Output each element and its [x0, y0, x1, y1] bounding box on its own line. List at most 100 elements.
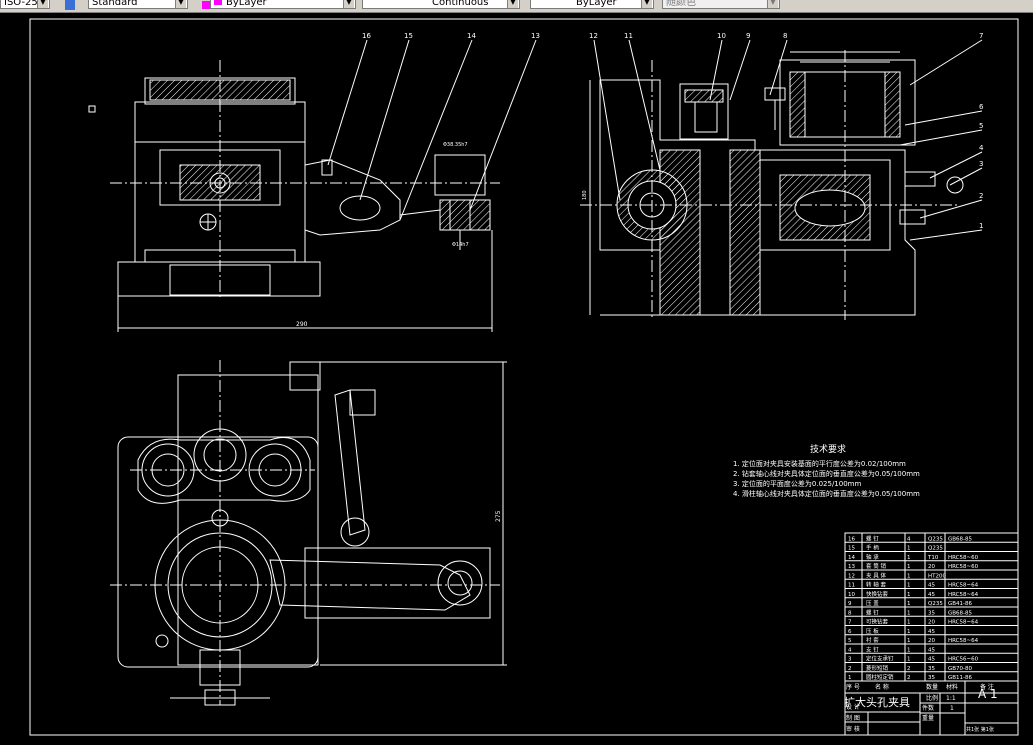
bom-cell: HRC58~60 — [948, 564, 979, 570]
drawing-canvas[interactable]: 290 Φ38.35h7 Φ14h7 16 15 14 13 12 11 10 … — [0, 13, 1033, 741]
bom-cell: GB70-80 — [948, 666, 973, 672]
bom-cell: HRC58~64 — [948, 620, 979, 626]
scale-label: 比例 — [926, 694, 938, 702]
bom-cell: 螺 钉 — [866, 534, 879, 542]
bom-cell: 14 — [848, 555, 855, 561]
bom-cell: GB41-86 — [948, 601, 973, 607]
bom-cell: 45 — [928, 647, 935, 653]
title-row-label: 设 计 — [846, 703, 860, 711]
weight-label: 重量 — [922, 714, 934, 722]
color-dropdown[interactable]: ByLayer ▼ — [210, 0, 356, 9]
bom-cell: 16 — [848, 536, 855, 542]
title-row-label: 审 核 — [846, 725, 860, 733]
linetype-dropdown[interactable]: Continuous ▼ — [362, 0, 520, 9]
tech-title: 技术要求 — [810, 443, 846, 455]
bom-cell: HRC58~60 — [948, 555, 979, 561]
svg-text:2: 2 — [979, 192, 983, 200]
bom-cell: HRC56~60 — [948, 657, 979, 663]
svg-text:15: 15 — [404, 32, 413, 40]
svg-text:9: 9 — [746, 32, 750, 40]
bom-cell: 1 — [907, 601, 911, 607]
bom-cell: 4 — [848, 647, 852, 653]
plan-view: 275 — [110, 360, 507, 706]
svg-text:11: 11 — [624, 32, 633, 40]
bom-cell: 9 — [848, 601, 852, 607]
sheet-info: 共1张 第1张 — [966, 726, 994, 733]
bom-cell: 1 — [907, 647, 911, 653]
bom-cell: 圆柱短定销 — [866, 673, 894, 681]
bom-cell: 手 柄 — [866, 544, 879, 552]
bom-cell: 6 — [848, 629, 852, 635]
front-view: 290 Φ38.35h7 Φ14h7 — [110, 60, 500, 332]
bom-cell: 20 — [928, 638, 935, 644]
bom-cell: 45 — [928, 592, 935, 598]
bom-cell: 1 — [907, 638, 911, 644]
svg-text:5: 5 — [979, 122, 983, 130]
bom-cell: 45 — [928, 629, 935, 635]
color-swatch — [214, 0, 222, 5]
bom-cell: 轴 承 — [866, 553, 879, 561]
bom-cell: 13 — [848, 564, 855, 570]
bom-cell: 15 — [848, 546, 855, 552]
svg-text:14: 14 — [467, 32, 476, 40]
svg-text:180: 180 — [582, 190, 588, 200]
bom-cell: 定位支承钉 — [866, 655, 894, 663]
header-cell: 序 号 — [846, 683, 860, 691]
svg-text:6: 6 — [979, 103, 984, 111]
title-block: 序 号 名 称 数量 材料 备 注 扩大头孔夹具 比例 1:1 件数 1 重量 … — [844, 681, 1018, 735]
qty-value: 1 — [950, 705, 954, 712]
bom-cell: 快换钻套 — [866, 590, 889, 598]
lineweight-dropdown[interactable]: ByLayer ▼ — [530, 0, 654, 9]
bom-cell: 可换钻套 — [866, 618, 889, 626]
bom-cell: 转 轴 套 — [866, 581, 886, 589]
tech-line: 3. 定位面的平面度公差为0.025/100mm — [733, 479, 861, 488]
bom-cell: HT200 — [928, 573, 946, 579]
bom-cell: HRC58~64 — [948, 592, 979, 598]
previous-dropdown[interactable]: ISO-25 ▼ — [0, 0, 50, 9]
header-cell: 材料 — [946, 683, 958, 691]
bom-cell: 衬 套 — [866, 636, 879, 644]
bom-cell: 菱形短销 — [866, 664, 889, 672]
bom-cell: 10 — [848, 592, 855, 598]
bom-cell: 套 筒 销 — [866, 562, 886, 570]
bom-cell: 7 — [848, 620, 852, 626]
bom-cell: 夹 具 体 — [866, 571, 886, 579]
bom-cell: 12 — [848, 573, 855, 579]
tech-line: 4. 滑柱轴心线对夹具体定位面的垂直度公差为0.05/100mm — [733, 489, 920, 498]
bom-cell: 支 钉 — [866, 645, 879, 653]
bom-cell: 1 — [907, 620, 911, 626]
bom-cell: 4 — [907, 536, 911, 542]
svg-text:8: 8 — [783, 32, 787, 40]
svg-text:12: 12 — [589, 32, 598, 40]
bom-cell: 2 — [907, 666, 911, 672]
bom-cell: 1 — [907, 564, 911, 570]
bom-cell: Q235 — [928, 601, 943, 607]
bom-cell: 1 — [907, 583, 911, 589]
bom-cell: 1 — [907, 610, 911, 616]
bom-cell: 45 — [928, 583, 935, 589]
svg-text:290: 290 — [296, 321, 308, 328]
bom-cell: 35 — [928, 675, 935, 681]
bom-cell: Q235 — [928, 546, 943, 552]
header-cell: 数量 — [926, 683, 938, 691]
bom-cell: 1 — [907, 573, 911, 579]
svg-text:4: 4 — [979, 144, 984, 152]
plot-style-dropdown[interactable]: 随颜色 ▼ — [662, 0, 780, 9]
bom-cell: 螺 钉 — [866, 608, 879, 616]
bom-cell: 1 — [848, 675, 852, 681]
bom-cell: T10 — [927, 555, 939, 561]
properties-toolbar: ISO-25 ▼ Standard ▼ ByLayer ▼ Continuous ▼ B… — [0, 0, 1033, 13]
bom-rows: 16 螺 钉 4 Q235 GB68-8515 手 柄 1 Q23514 轴 承 1 T10 HRC5… — [845, 534, 1018, 682]
text-style-dropdown[interactable]: Standard ▼ — [88, 0, 188, 9]
tech-line: 2. 钻套轴心线对夹具体定位面的垂直度公差为0.05/100mm — [733, 469, 920, 478]
bom-cell: 1 — [907, 592, 911, 598]
bom-cell: HRC58~64 — [948, 583, 979, 589]
sheet-size: A 1 — [978, 687, 998, 701]
scale-value: 1:1 — [946, 695, 956, 702]
text-style-icon — [64, 0, 76, 10]
svg-text:13: 13 — [531, 32, 540, 40]
bom-cell: 压 板 — [866, 627, 879, 635]
ucs-marker — [88, 105, 96, 113]
bom-cell: GB68-85 — [948, 536, 973, 542]
bom-cell: 1 — [907, 657, 911, 663]
